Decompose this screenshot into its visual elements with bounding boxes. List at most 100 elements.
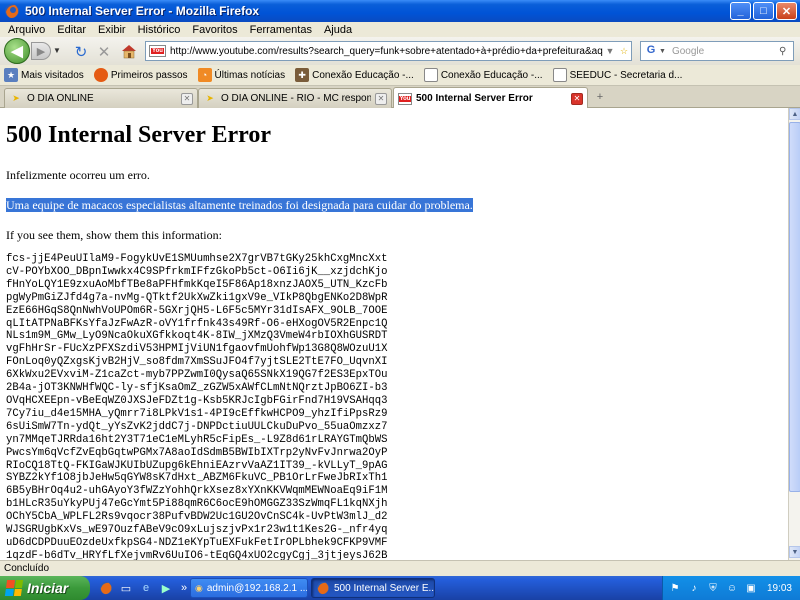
menu-ajuda[interactable]: Ajuda xyxy=(318,24,358,36)
home-button[interactable] xyxy=(120,43,138,61)
tab-close-icon[interactable]: ✕ xyxy=(181,92,193,105)
chevron-down-icon: ▼ xyxy=(53,46,61,55)
search-magnifier-icon[interactable]: ⚲ xyxy=(779,46,793,57)
bookmark-star-icon[interactable]: ☆ xyxy=(617,46,631,57)
shield-icon[interactable]: ⛨ xyxy=(706,581,720,595)
tab-bar: ➤ O DIA ONLINE ✕ ➤ O DIA ONLINE - RIO - … xyxy=(0,86,800,109)
code-line: 6sUiSmW7Tn-ydQt_yYsZvK2jddC7j-DNPDctiuUU… xyxy=(6,420,388,433)
google-icon[interactable]: G xyxy=(643,44,659,58)
quicklaunch-media-icon[interactable]: ▶ xyxy=(158,580,174,596)
forward-button[interactable]: ▶ xyxy=(31,42,51,60)
scroll-down-icon[interactable]: ▼ xyxy=(789,546,800,558)
tab-close-icon[interactable]: ✕ xyxy=(571,92,583,105)
code-line: 2B4a-jOT3KNWHfWQC-ly-sfjKsaOmZ_zGZW5xAWf… xyxy=(6,382,388,395)
monitor-icon[interactable]: ▣ xyxy=(744,581,758,595)
menu-historico[interactable]: Histórico xyxy=(132,24,187,36)
stop-button[interactable]: ✕ xyxy=(95,43,113,61)
menu-exibir[interactable]: Exibir xyxy=(92,24,132,36)
code-line: OChY5CbA_WPLFL2Rs9vqocr38PufvBDW2Uc1GU2O… xyxy=(6,511,388,524)
chat-icon[interactable]: ☺ xyxy=(725,581,739,595)
page-icon xyxy=(552,68,567,82)
address-bar[interactable]: You http://www.youtube.com/results?searc… xyxy=(145,41,632,61)
tab-500-internal-server-error[interactable]: You 500 Internal Server Error ✕ xyxy=(393,87,588,109)
bookmark-ultimas-noticias[interactable]: ◔ Últimas notícias xyxy=(197,68,285,82)
code-line: fHnYoLQY1E9zxuAoMbfTBe8aPFHfmkKqeI5F86Ap… xyxy=(6,278,388,291)
bookmark-label: Primeiros passos xyxy=(110,69,188,81)
back-button[interactable]: ◀ xyxy=(4,38,30,64)
youtube-favicon-icon: You xyxy=(149,45,166,57)
search-input[interactable]: Google xyxy=(666,46,779,57)
vertical-scrollbar[interactable]: ▲ ▼ xyxy=(788,108,800,560)
search-box[interactable]: G ▼ Google ⚲ xyxy=(640,41,794,61)
bookmark-label: Mais visitados xyxy=(21,69,84,81)
firefox-icon xyxy=(93,68,108,82)
taskbar-button-firefox[interactable]: 500 Internal Server E... xyxy=(311,578,435,598)
menu-arquivo[interactable]: Arquivo xyxy=(2,24,51,36)
scroll-up-icon[interactable]: ▲ xyxy=(789,108,800,120)
quicklaunch-ie-icon[interactable]: e xyxy=(138,580,154,596)
bookmarks-toolbar: ★ Mais visitados Primeiros passos ◔ Últi… xyxy=(0,65,800,86)
quicklaunch-desktop-icon[interactable]: ▭ xyxy=(118,580,134,596)
menu-editar[interactable]: Editar xyxy=(51,24,92,36)
code-line: RIoCQ18TtQ-FKIGaWJKUIbUZupg6kEhniEAzrvVa… xyxy=(6,459,388,472)
reload-button[interactable]: ↻ xyxy=(72,43,90,61)
bookmark-seeduc[interactable]: SEEDUC - Secretaria d... xyxy=(552,68,683,82)
odia-favicon-icon: ➤ xyxy=(12,93,20,103)
windows-taskbar: Iniciar ▭ e ▶ » ◉ admin@192.168.2.1 ... … xyxy=(0,576,800,600)
code-line: cV-POYbXOO_DBpnIwwkx4C9SPfrkmIFfzGkoPb5c… xyxy=(6,265,388,278)
bookmark-primeiros-passos[interactable]: Primeiros passos xyxy=(93,68,188,82)
bookmark-label: Conexão Educação -... xyxy=(312,69,414,81)
page-content: 500 Internal Server Error Infelizmente o… xyxy=(0,108,788,560)
url-dropdown-icon[interactable]: ▼ xyxy=(603,46,617,56)
menu-favoritos[interactable]: Favoritos xyxy=(186,24,243,36)
back-arrow-icon: ◀ xyxy=(11,43,23,60)
odia-favicon-icon: ➤ xyxy=(206,93,214,103)
tab-o-dia-online-rio[interactable]: ➤ O DIA ONLINE - RIO - MC responsável ..… xyxy=(198,88,392,108)
history-dropdown-button[interactable]: ▼ xyxy=(53,46,61,55)
code-line: yn7MMqeTJRRda16ht2Y3T71eC1eMLyhR5cFipEs_… xyxy=(6,433,388,446)
star-page-icon: ★ xyxy=(4,68,18,82)
search-engine-dropdown-icon[interactable]: ▼ xyxy=(659,48,666,55)
bookmark-conexao-educacao-1[interactable]: ✚ Conexão Educação -... xyxy=(295,68,414,82)
network-icon[interactable]: ⚑ xyxy=(668,581,682,595)
maximize-button[interactable]: □ xyxy=(753,2,774,20)
taskbar-button-admin[interactable]: ◉ admin@192.168.2.1 ... xyxy=(190,578,308,598)
url-text[interactable]: http://www.youtube.com/results?search_qu… xyxy=(170,46,603,57)
code-line: FOnLoq0yQZxgsKjvB2HjV_so8fdm7XmSSuJFO4f7… xyxy=(6,356,388,369)
tab-close-icon[interactable]: ✕ xyxy=(375,92,387,105)
home-icon xyxy=(121,43,137,62)
quicklaunch-firefox-icon[interactable] xyxy=(98,580,114,596)
start-button[interactable]: Iniciar xyxy=(0,576,90,600)
code-line: 1qzdF-b6dTv_HRYfLfXejvmRv6UuIO6-tEqGQ4xU… xyxy=(6,549,388,560)
clock[interactable]: 19:03 xyxy=(767,583,792,594)
bookmark-label: SEEDUC - Secretaria d... xyxy=(569,69,683,81)
close-button[interactable]: ✕ xyxy=(776,2,797,20)
code-line: qLItATPNaBFKsYfaJzFwAzR-oVY1frfnk43s49Rf… xyxy=(6,317,388,330)
forward-arrow-icon: ▶ xyxy=(36,45,46,58)
rss-icon: ◔ xyxy=(197,68,212,82)
volume-icon[interactable]: ♪ xyxy=(687,581,701,595)
code-line: PwcsYm6qVcfZvEqbGqtwPGMx7A8aoIdSdmB5BWIb… xyxy=(6,446,388,459)
code-line: 7Cy7iu_d4e15MHA_yQmrr7i8LPkV1s1-4PI9cEff… xyxy=(6,407,388,420)
code-line: SYBZ2kYf1O8jbJeHw5qGYW8sK7dHxt_ABZM6FkuV… xyxy=(6,472,388,485)
page-icon xyxy=(423,68,438,82)
tab-o-dia-online[interactable]: ➤ O DIA ONLINE ✕ xyxy=(4,88,198,108)
scrollbar-thumb[interactable] xyxy=(789,122,800,492)
bookmark-label: Conexão Educação -... xyxy=(440,69,543,81)
tab-label: 500 Internal Server Error xyxy=(416,93,533,104)
new-tab-button[interactable]: + xyxy=(592,91,608,105)
highlighted-message: Uma equipe de macacos especialistas alta… xyxy=(6,198,788,213)
window-titlebar[interactable]: 500 Internal Server Error - Mozilla Fire… xyxy=(0,0,800,22)
stop-icon: ✕ xyxy=(97,44,111,61)
windows-logo-icon xyxy=(4,580,24,596)
code-line: OVqHCXEEpn-vBeEqWZ0JXSJeFDZt1g-Ksb5KRJcI… xyxy=(6,394,388,407)
code-line: vgFhHrSr-FUcXzPFXSzdiV53HPMIjViUN1fgaovf… xyxy=(6,343,388,356)
minimize-button[interactable]: _ xyxy=(730,2,751,20)
bookmark-mais-visitados[interactable]: ★ Mais visitados xyxy=(4,68,84,82)
menu-bar: Arquivo Editar Exibir Histórico Favorito… xyxy=(0,22,800,37)
menu-ferramentas[interactable]: Ferramentas xyxy=(244,24,318,36)
status-bar: Concluído xyxy=(0,560,800,576)
bookmark-conexao-educacao-2[interactable]: Conexão Educação -... xyxy=(423,68,543,82)
navigation-toolbar: ◀ ▶ ▼ ↻ ✕ You http://www.youtube.com/res… xyxy=(0,37,800,65)
youtube-favicon-icon: You xyxy=(398,92,412,106)
